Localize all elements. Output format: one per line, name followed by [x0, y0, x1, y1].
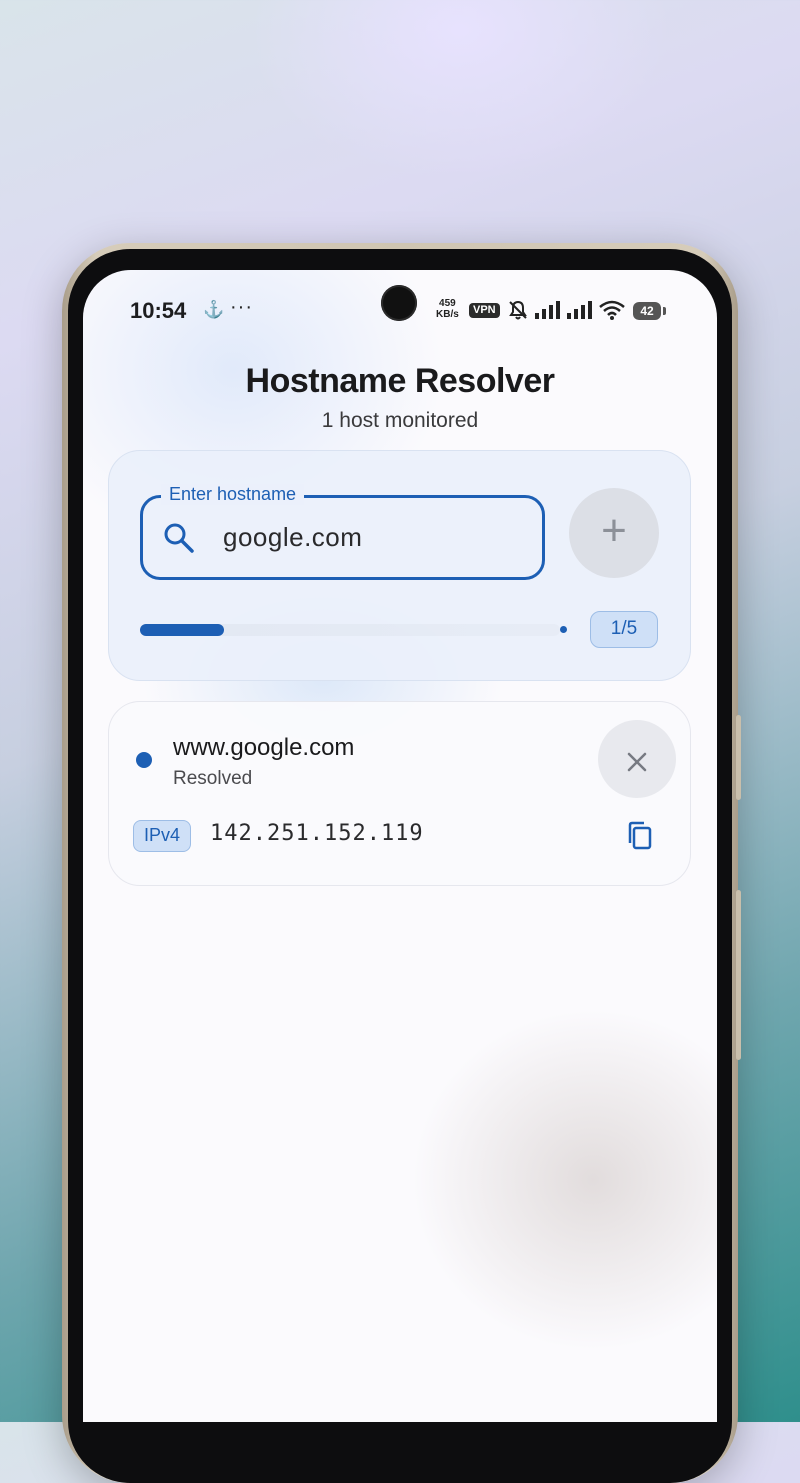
status-time: 10:54 [130, 298, 187, 323]
vpn-badge: VPN [469, 303, 500, 318]
host-name: www.google.com [173, 734, 355, 761]
front-camera [381, 285, 417, 321]
network-speed: 459 KB/s [436, 298, 459, 320]
hostname-input-label: Enter hostname [161, 484, 305, 505]
signal-icon [535, 301, 560, 319]
battery-indicator: 42 [633, 302, 661, 320]
status-indicator-dot [136, 752, 152, 768]
host-status: Resolved [173, 768, 253, 789]
status-bar: 10:54 ⚓ ··· 459 KB/s VPN 42 [83, 270, 717, 350]
ip-address: 142.251.152.119 [210, 821, 424, 846]
page-subtitle: 1 host monitored [321, 409, 479, 432]
hostname-input[interactable]: Enter hostname google.com [140, 484, 545, 580]
add-host-button[interactable]: + [569, 488, 659, 578]
volume-button [736, 715, 741, 800]
close-icon [627, 752, 647, 771]
plus-icon: + [601, 506, 627, 555]
bell-off-icon [509, 300, 527, 320]
page-title: Hostname Resolver [245, 362, 555, 400]
host-quota-progress-fill [140, 624, 224, 636]
background-glow [250, 0, 670, 180]
host-quota-progress [140, 624, 560, 636]
copy-icon[interactable] [626, 821, 654, 851]
power-button [736, 890, 741, 1060]
ip-type-badge: IPv4 [133, 820, 192, 852]
search-icon [164, 523, 194, 553]
host-count-badge: 1/5 [590, 611, 658, 648]
app-screen: 10:54 ⚓ ··· 459 KB/s VPN 42 Hostname Res… [83, 270, 717, 1422]
wifi-icon [599, 300, 625, 320]
hostname-input-card: Enter hostname google.com + 1/5 [108, 450, 691, 681]
progress-end-dot [560, 626, 567, 633]
host-card: www.google.com Resolved IPv4 142.251.152… [108, 701, 691, 886]
signal-icon [567, 301, 592, 319]
hostname-input-value[interactable]: google.com [223, 522, 362, 553]
remove-host-button[interactable] [598, 720, 676, 798]
more-dots-icon: ··· [230, 296, 253, 318]
anchor-icon: ⚓ [203, 300, 225, 319]
